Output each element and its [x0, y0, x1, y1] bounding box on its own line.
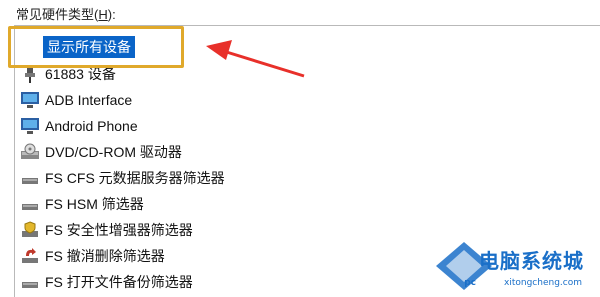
- red-arrow-icon: [206, 40, 305, 78]
- disc-drive-icon: [19, 142, 41, 162]
- drive-icon: [19, 194, 41, 214]
- hardware-type-caption: 常见硬件类型(H):: [16, 7, 116, 22]
- monitor-icon: [19, 90, 41, 110]
- undelete-icon: [19, 246, 41, 266]
- drive-shield-icon: [19, 220, 41, 240]
- list-item-label: FS CFS 元数据服务器筛选器: [45, 170, 225, 186]
- list-item-label: ADB Interface: [45, 92, 133, 108]
- watermark-pc: pc: [464, 278, 476, 288]
- hardware-type-accel: H: [98, 7, 108, 22]
- hardware-type-label: 常见硬件类型: [16, 7, 95, 22]
- watermark-url: xitongcheng.com: [504, 278, 582, 288]
- list-item-adb-interface[interactable]: ADB Interface: [19, 88, 579, 112]
- list-item-fs-hsm[interactable]: FS HSM 筛选器: [19, 192, 579, 216]
- list-item-android-phone[interactable]: Android Phone: [19, 114, 579, 138]
- drive-icon: [19, 272, 41, 292]
- watermark-logo: 电脑系统城 pc xitongcheng.com: [434, 240, 594, 292]
- list-item-dvd-cdrom[interactable]: DVD/CD-ROM 驱动器: [19, 140, 579, 164]
- list-item-label: FS 打开文件备份筛选器: [45, 274, 193, 290]
- list-item-label: FS HSM 筛选器: [45, 196, 144, 212]
- list-item-label: FS 撤消删除筛选器: [45, 248, 165, 264]
- list-item-label: Android Phone: [45, 118, 138, 134]
- drive-icon: [19, 168, 41, 188]
- list-item-label: FS 安全性增强器筛选器: [45, 222, 193, 238]
- list-item-fs-cfs[interactable]: FS CFS 元数据服务器筛选器: [19, 166, 579, 190]
- watermark-brand: 电脑系统城: [479, 249, 584, 273]
- monitor-icon: [19, 116, 41, 136]
- list-item-fs-security[interactable]: FS 安全性增强器筛选器: [19, 218, 579, 242]
- list-item-label: DVD/CD-ROM 驱动器: [45, 144, 182, 160]
- highlight-box: [8, 26, 184, 68]
